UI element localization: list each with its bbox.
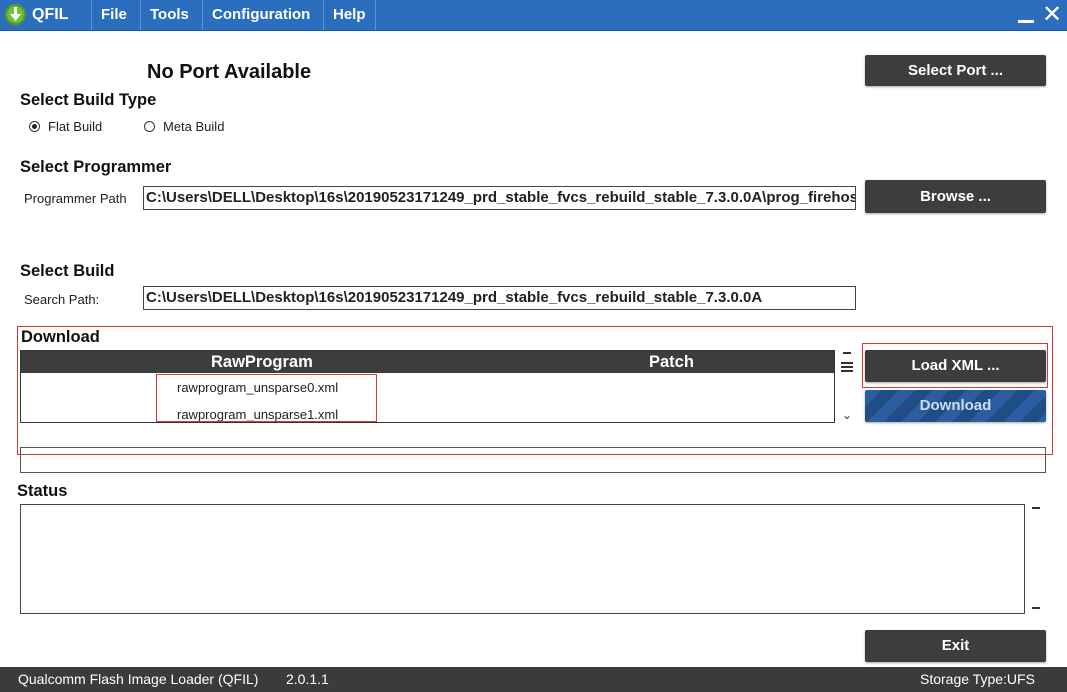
footer-storage-type: Storage Type:UFS [920,671,1035,687]
menu-tools[interactable]: Tools [140,0,198,30]
exit-button[interactable]: Exit [865,630,1046,662]
browse-button[interactable]: Browse ... [865,180,1046,213]
status-bar: Qualcomm Flash Image Loader (QFIL) 2.0.1… [0,667,1067,692]
load-xml-button[interactable]: Load XML ... [865,350,1046,382]
table-header: RawProgram Patch [21,351,834,373]
meta-build-radio[interactable] [144,121,155,132]
flat-build-radio[interactable] [29,121,40,132]
column-patch: Patch [649,353,694,371]
status-collapse-icon[interactable] [1032,507,1040,509]
menu-configuration[interactable]: Configuration [202,0,319,30]
status-log[interactable] [20,504,1025,614]
build-heading: Select Build [20,262,115,280]
programmer-path-label: Programmer Path [24,191,127,206]
port-status: No Port Available [147,61,312,83]
menu-file[interactable]: File [91,0,136,30]
collapse-icon[interactable] [843,352,851,354]
search-path-field[interactable]: C:\Users\DELL\Desktop\16s\20190523171249… [143,286,856,310]
programmer-path-field[interactable]: C:\Users\DELL\Desktop\16s\20190523171249… [143,186,856,210]
close-icon[interactable]: ✕ [1042,2,1062,28]
app-name: QFIL [32,6,69,23]
column-rawprogram: RawProgram [211,353,313,371]
programmer-heading: Select Programmer [20,158,172,176]
status-heading: Status [17,482,68,500]
meta-build-label: Meta Build [163,119,225,134]
rows-highlight-box [156,374,377,422]
download-table[interactable]: RawProgram Patch rawprogram_unsparse0.xm… [20,350,835,423]
select-port-button[interactable]: Select Port ... [865,55,1046,86]
download-button[interactable]: Download [865,390,1046,422]
progress-bar [20,447,1046,473]
footer-version: 2.0.1.1 [286,671,329,687]
build-type-heading: Select Build Type [20,91,157,109]
download-heading: Download [21,328,100,346]
footer-app-title: Qualcomm Flash Image Loader (QFIL) [18,671,259,687]
search-path-label: Search Path: [24,292,100,307]
list-scroll-icon[interactable] [841,362,853,372]
status-expand-icon[interactable] [1032,607,1040,609]
flat-build-label: Flat Build [48,119,103,134]
minimize-icon[interactable] [1018,20,1034,23]
scroll-down-icon[interactable]: ⌄ [842,408,852,422]
menu-help[interactable]: Help [323,0,376,30]
qfil-logo-icon [5,4,26,25]
